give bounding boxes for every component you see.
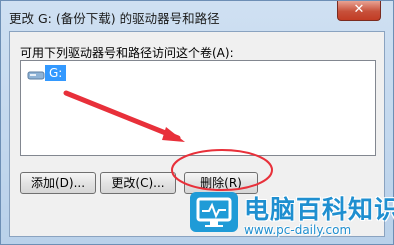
watermark-site-name: 电脑百科知识 <box>244 195 394 224</box>
change-button[interactable]: 更改(C)... <box>100 172 176 194</box>
title-bar[interactable]: 更改 G: (备份下载) 的驱动器号和路径 ✕ <box>1 1 393 31</box>
add-button[interactable]: 添加(D)... <box>20 172 96 194</box>
watermark: 电脑百科知识 www.pc-daily.com <box>190 190 394 245</box>
monitor-logo-icon <box>190 192 238 232</box>
watermark-url: www.pc-daily.com <box>244 223 352 237</box>
drive-icon <box>27 69 45 80</box>
list-item-label: G: <box>45 65 67 81</box>
window-title: 更改 G: (备份下载) 的驱动器号和路径 <box>9 11 220 26</box>
close-button[interactable]: ✕ <box>337 1 381 21</box>
list-prompt-label: 可用下列驱动器号和路径访问这个卷(A): <box>20 46 234 60</box>
drive-path-list[interactable]: G: <box>20 60 376 156</box>
